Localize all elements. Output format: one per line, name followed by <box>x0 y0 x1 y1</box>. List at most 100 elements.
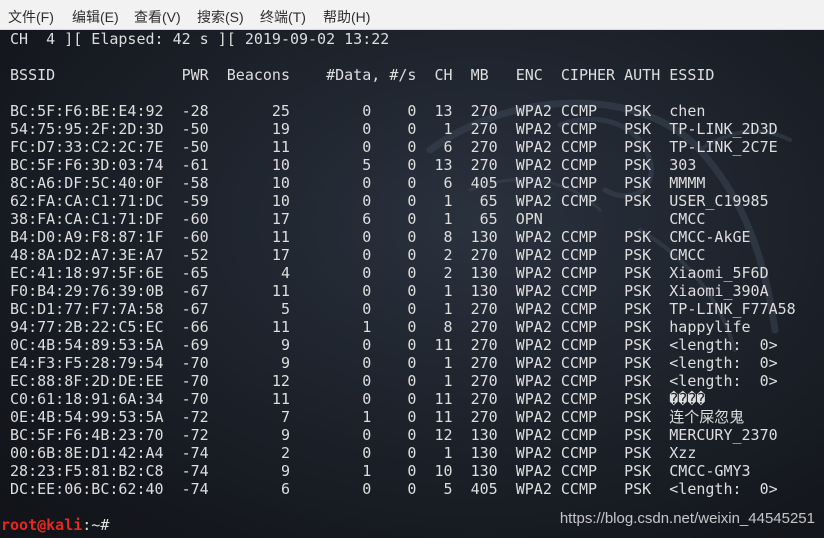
ap-enc: WPA2 <box>515 102 552 120</box>
ap-rate: 0 <box>407 264 417 282</box>
ap-cipher: CCMP <box>560 426 598 444</box>
ap-row: B4:D0:A9:F8:87:1F -60 11 0 0 8 130 WPA2 CCMP PSK C… <box>1 228 823 246</box>
menu-help[interactable]: 帮助(H) <box>323 0 370 29</box>
menu-view[interactable]: 查看(V) <box>134 0 181 29</box>
ap-mb: 270 <box>470 372 498 390</box>
ap-cipher: CCMP <box>560 282 598 300</box>
ap-pwr: -66 <box>181 318 209 336</box>
ap-enc: WPA2 <box>515 174 552 192</box>
terminal-output: CH 4 ][ Elapsed: 42 s ][ 2019-09-02 13:2… <box>1 30 823 534</box>
ap-essid: ���� <box>669 390 706 408</box>
header-bssid: BSSID <box>10 66 56 84</box>
ap-essid: happylife <box>669 318 751 336</box>
ap-mb: 130 <box>470 228 498 246</box>
ap-essid: CMCC <box>669 210 706 228</box>
ap-rate: 0 <box>407 228 417 246</box>
menu-terminal[interactable]: 终端(T) <box>260 0 306 29</box>
ap-auth: PSK <box>624 372 652 390</box>
menu-search[interactable]: 搜索(S) <box>197 0 244 29</box>
ap-pwr: -61 <box>181 156 209 174</box>
ap-bssid: BC:5F:F6:4B:23:70 <box>10 426 164 444</box>
terminal-window[interactable]: CH 4 ][ Elapsed: 42 s ][ 2019-09-02 13:2… <box>0 30 824 538</box>
ap-data: 0 <box>362 300 372 318</box>
ap-auth: PSK <box>624 156 652 174</box>
ap-row: EC:88:8F:2D:DE:EE -70 12 0 0 1 270 WPA2 CCMP PSK <… <box>1 372 823 390</box>
ap-rate: 0 <box>407 480 417 498</box>
ap-bssid: 48:8A:D2:A7:3E:A7 <box>10 246 164 264</box>
ap-cipher: CCMP <box>560 408 598 426</box>
ap-ch: 1 <box>443 444 453 462</box>
header-beacons: Beacons <box>226 66 290 84</box>
ap-beacons: 11 <box>271 138 290 156</box>
ap-mb: 130 <box>470 264 498 282</box>
ap-essid: Xzz <box>669 444 697 462</box>
ap-auth: PSK <box>624 408 652 426</box>
ap-cipher: CCMP <box>560 102 598 120</box>
ap-auth: PSK <box>624 390 652 408</box>
ap-enc: WPA2 <box>515 444 552 462</box>
ap-enc: WPA2 <box>515 426 552 444</box>
ap-cipher: CCMP <box>560 264 598 282</box>
ap-beacons: 7 <box>280 408 290 426</box>
ap-cipher: CCMP <box>560 228 598 246</box>
ap-beacons: 11 <box>271 228 290 246</box>
ap-essid: TP-LINK_2C7E <box>669 138 778 156</box>
ap-ch: 1 <box>443 120 453 138</box>
header-enc: ENC <box>515 66 543 84</box>
ap-enc: WPA2 <box>515 228 552 246</box>
ap-bssid: 62:FA:CA:C1:71:DC <box>10 192 164 210</box>
ap-row: 38:FA:CA:C1:71:DF -60 17 6 0 1 65 OPN CMCC <box>1 210 823 228</box>
ap-row: 0E:4B:54:99:53:5A -72 7 1 0 11 270 WPA2 CCMP PSK 连… <box>1 408 823 426</box>
ap-row: E4:F3:F5:28:79:54 -70 9 0 0 1 270 WPA2 CCMP PSK <l… <box>1 354 823 372</box>
ap-cipher: CCMP <box>560 138 598 156</box>
ap-pwr: -50 <box>181 138 209 156</box>
ap-cipher: CCMP <box>560 336 598 354</box>
ap-beacons: 11 <box>271 282 290 300</box>
ap-enc: WPA2 <box>515 156 552 174</box>
ap-data: 0 <box>362 282 372 300</box>
ap-pwr: -60 <box>181 228 209 246</box>
ap-mb: 270 <box>470 354 498 372</box>
ap-row: 00:6B:8E:D1:42:A4 -74 2 0 0 1 130 WPA2 CCMP PSK Xz… <box>1 444 823 462</box>
ap-enc: WPA2 <box>515 246 552 264</box>
ap-mb: 130 <box>470 462 498 480</box>
ap-enc: WPA2 <box>515 120 552 138</box>
ap-beacons: 9 <box>280 426 290 444</box>
ap-data: 0 <box>362 426 372 444</box>
ap-data: 1 <box>362 462 372 480</box>
prompt-user-host: root@kali <box>1 516 83 534</box>
ap-pwr: -28 <box>181 102 209 120</box>
header-cipher: CIPHER <box>560 66 616 84</box>
ap-rate: 0 <box>407 102 417 120</box>
ap-data: 6 <box>362 210 372 228</box>
ap-essid: chen <box>669 102 706 120</box>
ap-auth: PSK <box>624 102 652 120</box>
ap-bssid: EC:88:8F:2D:DE:EE <box>10 372 164 390</box>
ap-beacons: 10 <box>271 192 290 210</box>
ap-pwr: -60 <box>181 210 209 228</box>
menu-file[interactable]: 文件(F) <box>8 0 54 29</box>
csdn-watermark: https://blog.csdn.net/weixin_44545251 <box>559 510 815 527</box>
ap-data: 0 <box>362 102 372 120</box>
ap-data: 1 <box>362 408 372 426</box>
ap-ch: 10 <box>434 462 453 480</box>
ap-mb: 65 <box>479 210 498 228</box>
ap-auth: PSK <box>624 174 652 192</box>
ap-ch: 1 <box>443 354 453 372</box>
ap-ch: 1 <box>443 210 453 228</box>
ap-rate: 0 <box>407 444 417 462</box>
ap-mb: 270 <box>470 102 498 120</box>
menu-edit[interactable]: 编辑(E) <box>72 0 119 29</box>
ap-mb: 270 <box>470 318 498 336</box>
ap-rate: 0 <box>407 408 417 426</box>
ap-essid: CMCC-AkGE <box>669 228 751 246</box>
ap-mb: 270 <box>470 246 498 264</box>
ap-enc: WPA2 <box>515 138 552 156</box>
ap-cipher: CCMP <box>560 174 598 192</box>
ap-pwr: -58 <box>181 174 209 192</box>
ap-rate: 0 <box>407 282 417 300</box>
ap-row: BC:5F:F6:3D:03:74 -61 10 5 0 13 270 WPA2 CCMP PSK… <box>1 156 823 174</box>
ap-enc: WPA2 <box>515 282 552 300</box>
ap-ch: 1 <box>443 192 453 210</box>
